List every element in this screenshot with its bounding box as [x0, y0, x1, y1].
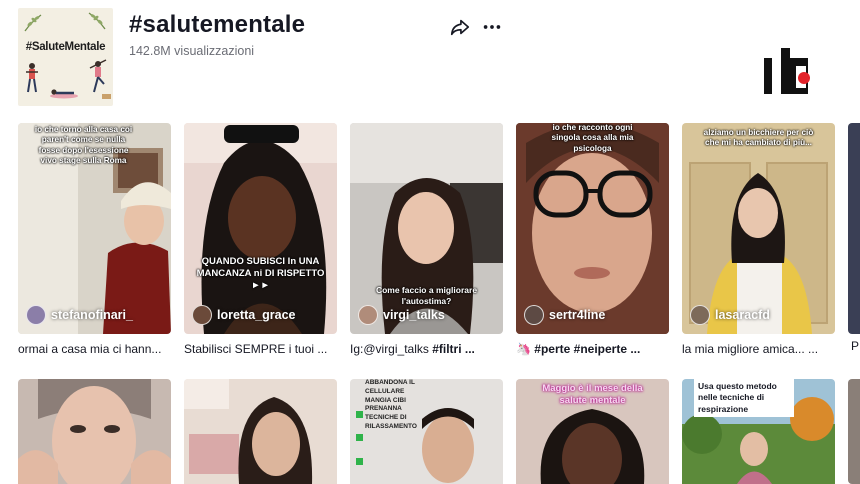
author-username: stefanofinari_ — [51, 308, 133, 322]
author-username: lasaracfd — [715, 308, 770, 322]
more-dots-icon — [483, 25, 501, 29]
author-username: loretta_grace — [217, 308, 296, 322]
video-thumbnail[interactable]: QUANDO SUBISCI In UNA MANCANZA ni DI RIS… — [184, 123, 337, 334]
video-frame-image — [516, 123, 669, 334]
video-author[interactable]: lasaracfd — [690, 305, 770, 325]
leaf-decoration-icon — [24, 14, 42, 32]
video-overlay-text: Maggio è il mese della salute mentale — [542, 383, 643, 406]
video-caption[interactable]: Ig:@virgi_talks #filtri ... — [350, 342, 503, 358]
video-frame-image — [18, 379, 171, 484]
video-card[interactable]: io che torno alla casa coi paren't come … — [18, 123, 171, 358]
video-overlay-text: ABBANDONA IL CELLULARE MANGIA CIBI PRENA… — [365, 379, 417, 430]
hashtag-header: #SaluteMentale #salutementale 142.8M vis… — [0, 0, 860, 115]
leaf-decoration-icon — [88, 12, 106, 30]
video-card[interactable]: alziamo un bicchiere per ciò che mi ha c… — [682, 123, 835, 358]
video-overlay-text: Come faccio a migliorare l'autostima? — [375, 285, 478, 306]
avatar — [690, 305, 710, 325]
video-thumbnail[interactable]: Usa questo metodo nelle tecniche di resp… — [682, 379, 835, 484]
video-caption[interactable]: Stabilisci SEMPRE i tuoi ... — [184, 342, 337, 358]
video-overlay-text: alziamo un bicchiere per ciò che mi ha c… — [703, 128, 814, 148]
video-caption-partial[interactable]: P — [851, 339, 859, 353]
brand-logo-icon — [764, 48, 810, 94]
avatar — [524, 305, 544, 325]
video-thumbnail[interactable]: Maggio è il mese della salute mentale — [516, 379, 669, 484]
video-card[interactable]: QUANDO SUBISCI In UNA MANCANZA ni DI RIS… — [184, 123, 337, 358]
author-username: sertr4line — [549, 308, 606, 322]
video-frame-image — [682, 123, 835, 334]
avatar — [26, 305, 46, 325]
video-card[interactable]: Come faccio a migliorare l'autostima? vi… — [350, 123, 503, 358]
video-frame-image — [184, 379, 337, 484]
page-title: #salutementale — [129, 11, 306, 38]
video-author[interactable]: loretta_grace — [192, 305, 296, 325]
author-username: virgi_talks — [383, 308, 445, 322]
video-caption[interactable]: ormai a casa mia ci hann... — [18, 342, 171, 358]
video-card[interactable] — [184, 379, 337, 484]
video-thumbnail[interactable]: ABBANDONA IL CELLULARE MANGIA CIBI PRENA… — [350, 379, 503, 484]
video-card-partial[interactable] — [848, 379, 860, 484]
caption-hashtags: #filtri ... — [432, 342, 475, 356]
more-options-button[interactable] — [481, 16, 503, 38]
view-count: 142.8M visualizzazioni — [129, 44, 255, 58]
video-thumbnail[interactable] — [18, 379, 171, 484]
video-overlay-text: io che racconto ogni singola cosa alla m… — [551, 123, 634, 153]
video-card[interactable]: ABBANDONA IL CELLULARE MANGIA CIBI PRENA… — [350, 379, 503, 484]
video-card[interactable]: Maggio è il mese della salute mentale — [516, 379, 669, 484]
video-card[interactable] — [18, 379, 171, 484]
video-overlay-text: Usa questo metodo nelle tecniche di resp… — [694, 379, 794, 418]
hashtag-cover-image: #SaluteMentale — [18, 8, 113, 106]
video-overlay-text: QUANDO SUBISCI In UNA MANCANZA ni DI RIS… — [196, 256, 325, 291]
avatar — [358, 305, 378, 325]
cover-title: #SaluteMentale — [25, 41, 106, 53]
share-button[interactable] — [449, 16, 471, 38]
video-author[interactable]: sertr4line — [524, 305, 605, 325]
video-card[interactable]: Usa questo metodo nelle tecniche di resp… — [682, 379, 835, 484]
caption-text: Ig:@virgi_talks — [350, 342, 433, 356]
video-caption[interactable]: la mia migliore amica... ... — [682, 342, 835, 358]
video-overlay-text: io che torno alla casa coi paren't come … — [34, 125, 133, 165]
people-exercising-illustration — [26, 59, 111, 99]
avatar — [192, 305, 212, 325]
video-thumbnail[interactable]: alziamo un bicchiere per ciò che mi ha c… — [682, 123, 835, 334]
video-card-partial[interactable] — [848, 123, 860, 334]
video-author[interactable]: stefanofinari_ — [26, 305, 133, 325]
unicorn-icon: 🦄 — [516, 342, 531, 356]
video-card[interactable]: io che racconto ogni singola cosa alla m… — [516, 123, 669, 358]
video-author[interactable]: virgi_talks — [358, 305, 445, 325]
video-thumbnail[interactable]: io che torno alla casa coi paren't come … — [18, 123, 171, 334]
caption-hashtags: #perte #neiperte ... — [534, 342, 641, 356]
video-frame-image — [184, 123, 337, 334]
share-arrow-icon — [450, 19, 470, 36]
video-caption[interactable]: 🦄 #perte #neiperte ... — [516, 342, 669, 358]
video-thumbnail[interactable]: Come faccio a migliorare l'autostima? vi… — [350, 123, 503, 334]
video-thumbnail[interactable] — [184, 379, 337, 484]
video-thumbnail[interactable]: io che racconto ogni singola cosa alla m… — [516, 123, 669, 334]
